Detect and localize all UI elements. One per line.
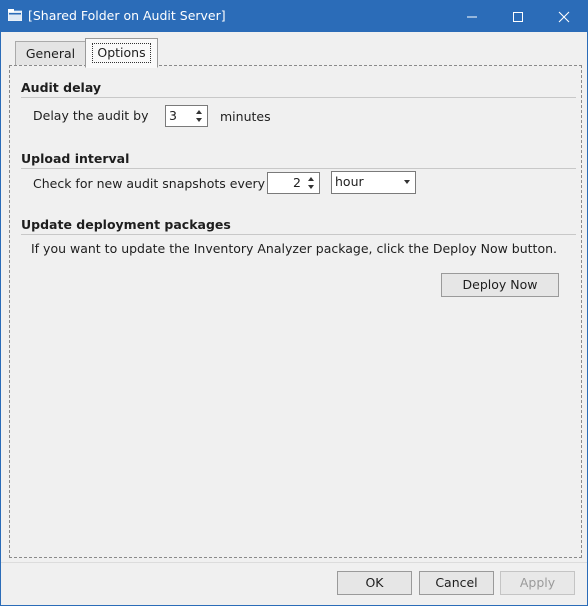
audit-delay-label: Delay the audit by — [33, 108, 149, 123]
close-icon — [558, 11, 570, 23]
cancel-button[interactable]: Cancel — [419, 571, 494, 595]
tab-strip: General Options — [1, 32, 587, 68]
minimize-icon — [467, 16, 477, 18]
arrow-up-icon[interactable] — [196, 110, 202, 114]
upload-interval-unit-value: hour — [335, 174, 364, 189]
close-button[interactable] — [541, 1, 587, 32]
upload-interval-heading: Upload interval — [21, 151, 130, 166]
arrow-down-icon[interactable] — [308, 185, 314, 189]
window-title: [Shared Folder on Audit Server] — [28, 8, 226, 23]
tab-options[interactable]: Options — [85, 38, 158, 68]
title-bar: [Shared Folder on Audit Server] — [1, 1, 587, 32]
dialog-window: [Shared Folder on Audit Server] General … — [0, 0, 588, 606]
chevron-down-icon[interactable] — [404, 180, 410, 184]
update-packages-heading: Update deployment packages — [21, 217, 231, 232]
minimize-button[interactable] — [449, 1, 495, 32]
ok-button[interactable]: OK — [337, 571, 412, 595]
audit-delay-value: 3 — [169, 108, 177, 123]
folder-icon — [7, 9, 23, 22]
upload-interval-unit-select[interactable]: hour — [331, 171, 416, 194]
update-packages-description: If you want to update the Inventory Anal… — [31, 241, 558, 256]
arrow-down-icon[interactable] — [196, 118, 202, 122]
audit-delay-divider — [21, 97, 576, 98]
footer-divider — [1, 562, 587, 563]
arrow-up-icon[interactable] — [308, 177, 314, 181]
audit-delay-unit: minutes — [220, 109, 271, 124]
upload-interval-stepper[interactable]: 2 — [267, 172, 320, 194]
stepper-arrows[interactable] — [304, 173, 319, 193]
upload-interval-label: Check for new audit snapshots every — [33, 176, 266, 191]
deploy-now-button[interactable]: Deploy Now — [441, 273, 559, 297]
apply-button[interactable]: Apply — [500, 571, 575, 595]
upload-interval-value: 2 — [293, 175, 301, 190]
tab-general[interactable]: General — [15, 41, 86, 66]
tab-options-label: Options — [92, 43, 151, 63]
options-panel: Audit delay Delay the audit by 3 minutes… — [9, 65, 582, 558]
maximize-icon — [513, 12, 523, 22]
audit-delay-heading: Audit delay — [21, 80, 102, 95]
maximize-button[interactable] — [495, 1, 541, 32]
stepper-arrows[interactable] — [192, 106, 207, 126]
update-packages-divider — [21, 234, 576, 235]
tab-general-label: General — [25, 46, 76, 61]
audit-delay-stepper[interactable]: 3 — [165, 105, 208, 127]
upload-interval-divider — [21, 168, 576, 169]
